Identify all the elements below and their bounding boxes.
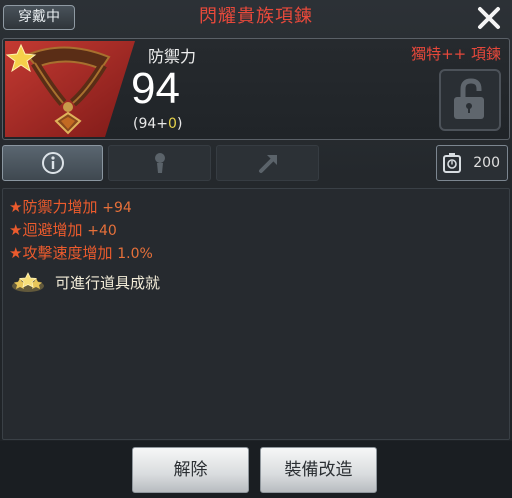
- weight-display: 200: [436, 145, 508, 181]
- achievement-stars-icon: [12, 272, 44, 292]
- achievement-text: 可進行道具成就: [55, 274, 161, 292]
- item-grade-label: 獨特++ 項鍊: [411, 45, 501, 63]
- stat-base: (94+: [133, 116, 169, 132]
- star-icon: ★: [9, 221, 23, 239]
- weight-icon: [443, 153, 461, 173]
- upgrade-arrow-icon: [259, 155, 277, 173]
- lock-button[interactable]: [439, 69, 501, 131]
- figure-icon: [155, 153, 165, 173]
- item-name-title: 閃耀貴族項鍊: [199, 6, 313, 27]
- close-icon: [478, 7, 500, 29]
- stat-bonus: 0: [168, 116, 177, 132]
- item-effects-panel: ★防禦力增加 +94 ★迴避增加 +40 ★攻擊速度增加 1.0% 可進行道具成…: [2, 188, 510, 440]
- effect-line: ★防禦力增加 +94: [9, 196, 132, 217]
- stat-close: ): [176, 116, 183, 132]
- info-icon: [42, 152, 64, 174]
- star-icon: ★: [9, 198, 23, 216]
- effect-line: ★攻擊速度增加 1.0%: [9, 242, 153, 263]
- effect-amount: +94: [102, 200, 132, 216]
- effect-label: 攻擊速度增加: [22, 244, 113, 262]
- modify-equipment-button[interactable]: 裝備改造: [260, 447, 377, 493]
- star-icon: ★: [9, 244, 23, 262]
- effect-label: 防禦力增加: [22, 198, 98, 216]
- weight-value: 200: [473, 155, 500, 171]
- tab-appearance[interactable]: [108, 145, 211, 181]
- effect-amount: +40: [87, 223, 117, 239]
- stat-breakdown: (94+0): [133, 116, 182, 132]
- effect-line: ★迴避增加 +40: [9, 219, 117, 240]
- unlock-icon: [454, 78, 484, 119]
- tab-info[interactable]: [2, 145, 103, 181]
- effect-amount: 1.0%: [117, 246, 153, 262]
- close-button[interactable]: [474, 3, 504, 33]
- item-icon: [5, 41, 135, 137]
- stat-value: 94: [131, 64, 180, 113]
- unequip-button[interactable]: 解除: [132, 447, 249, 493]
- tab-enhance[interactable]: [216, 145, 319, 181]
- effect-label: 迴避增加: [22, 221, 83, 239]
- item-detail-window: 穿戴中 閃耀貴族項鍊 防禦力 94 (94+0) 獨特++ 項鍊 200 ★防禦…: [0, 0, 512, 498]
- footer-bar: [0, 441, 512, 498]
- item-summary-panel: 防禦力 94 (94+0) 獨特++ 項鍊: [2, 38, 510, 140]
